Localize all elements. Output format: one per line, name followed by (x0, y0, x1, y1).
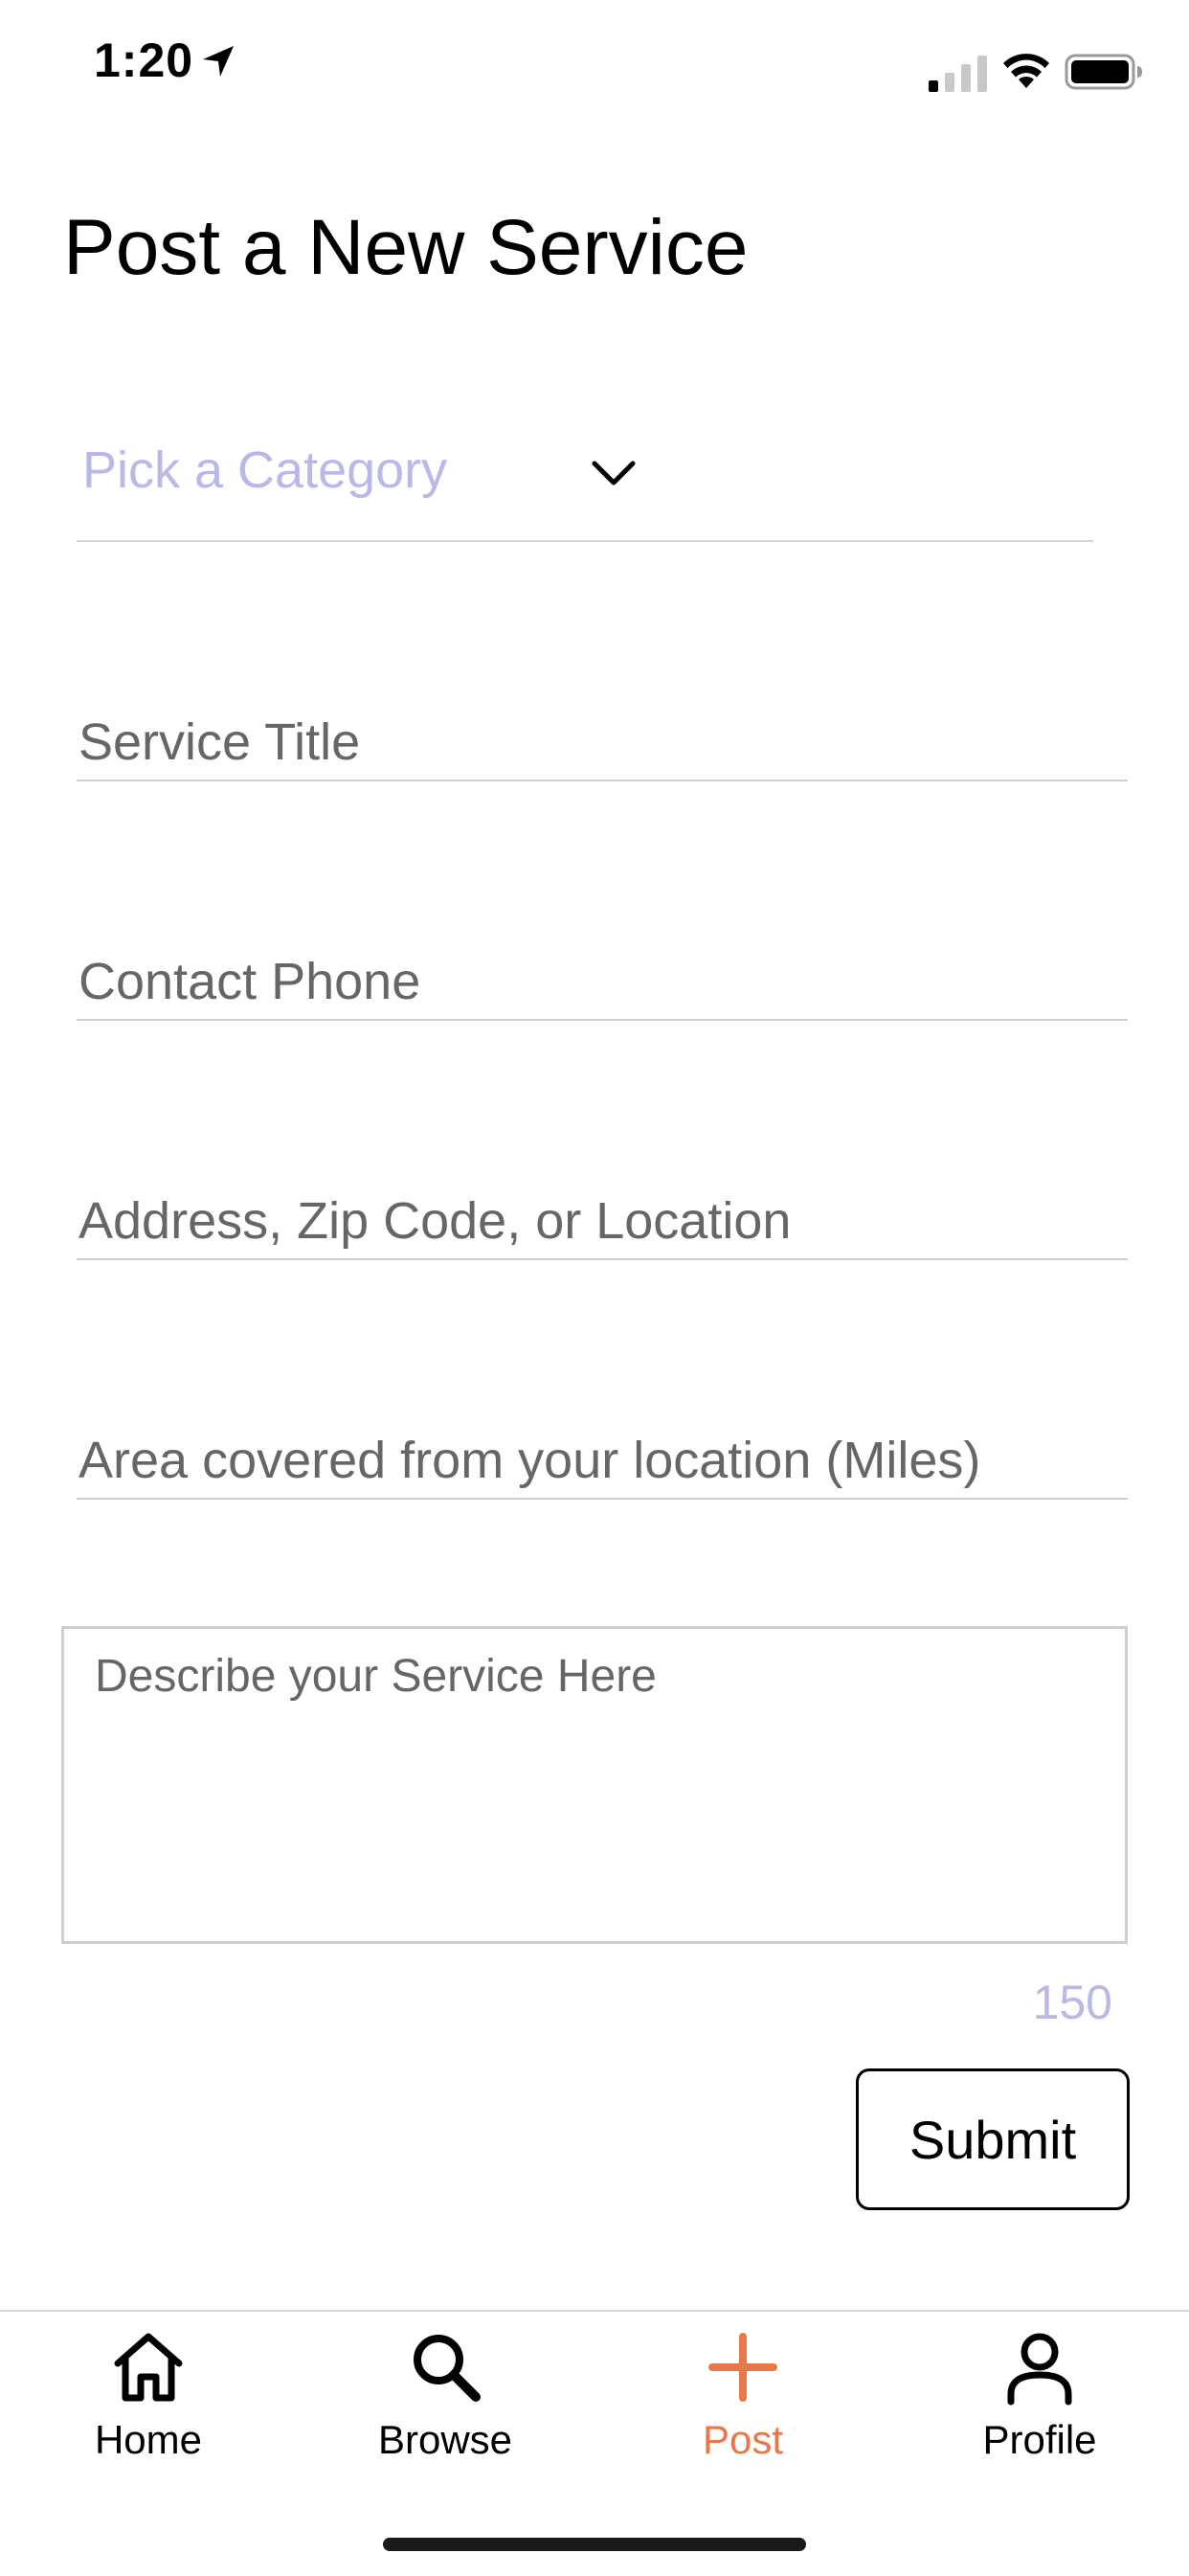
tab-home[interactable]: Home (0, 2312, 297, 2503)
tab-profile[interactable]: Profile (891, 2312, 1188, 2503)
home-icon (114, 2333, 183, 2402)
tab-post[interactable]: Post (594, 2312, 891, 2503)
submit-button[interactable]: Submit (856, 2068, 1130, 2210)
character-count: 150 (1032, 1976, 1112, 2029)
category-placeholder: Pick a Category (82, 441, 448, 499)
page-title: Post a New Service (63, 204, 749, 291)
tab-browse[interactable]: Browse (297, 2312, 594, 2503)
home-indicator[interactable] (383, 2538, 806, 2551)
plus-icon (708, 2333, 777, 2402)
chevron-down-icon (592, 461, 636, 486)
location-arrow-icon (203, 46, 234, 77)
tab-label: Post (702, 2417, 784, 2462)
profile-icon (1007, 2333, 1072, 2406)
search-icon (414, 2335, 481, 2402)
status-time: 1:20 (94, 34, 194, 87)
address-input[interactable] (77, 1184, 1128, 1260)
tab-bar: Home Browse Post Profile (0, 2310, 1189, 2576)
tab-label: Profile (982, 2417, 1097, 2462)
category-picker[interactable]: Pick a Category (77, 412, 1093, 542)
battery-icon (1065, 54, 1142, 90)
tab-label: Home (94, 2417, 203, 2462)
tab-label: Browse (377, 2417, 513, 2462)
status-bar: 1:20 (0, 0, 1189, 124)
description-textarea[interactable] (61, 1626, 1128, 1944)
contact-phone-input[interactable] (77, 944, 1128, 1021)
service-title-input[interactable] (77, 705, 1128, 781)
cellular-signal-icon (929, 56, 987, 92)
area-covered-input[interactable] (77, 1423, 1128, 1500)
wifi-icon (1003, 54, 1049, 88)
